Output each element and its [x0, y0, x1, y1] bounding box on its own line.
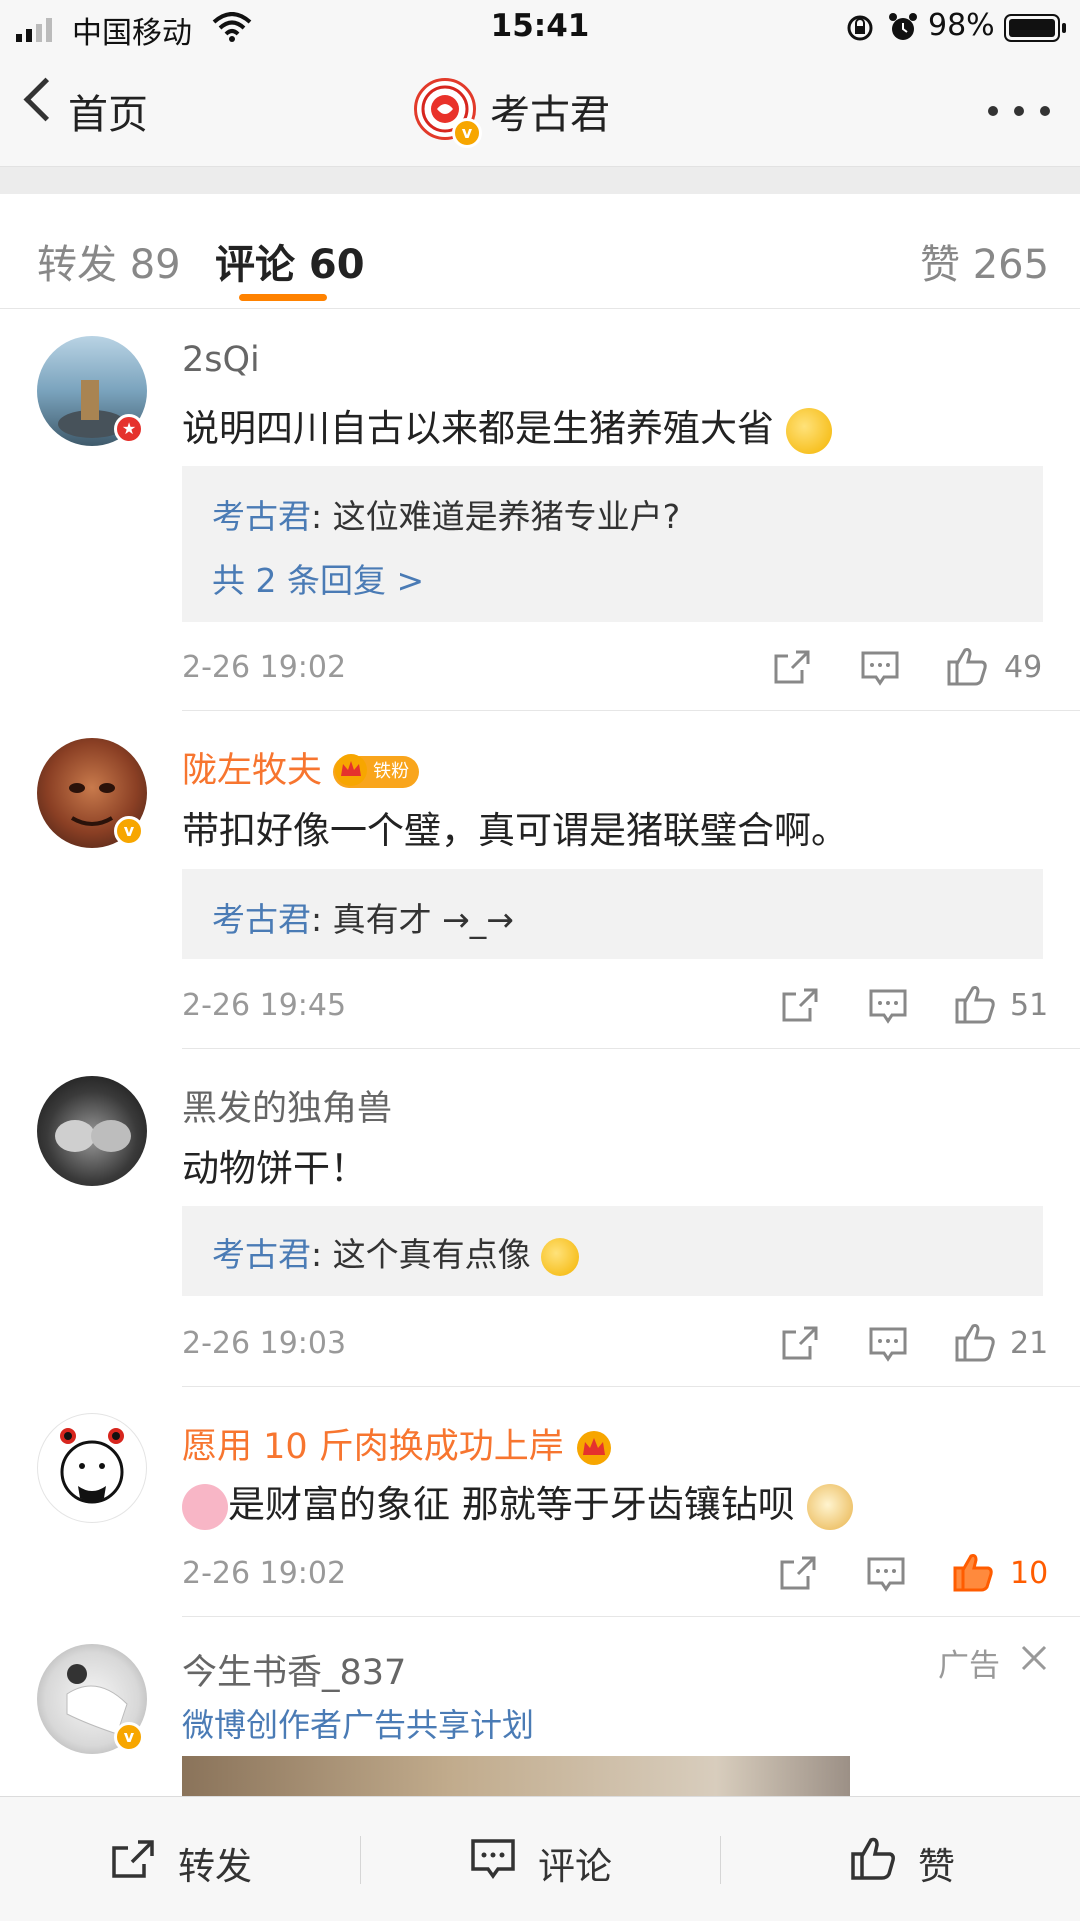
thumbs-up-icon[interactable]	[850, 1836, 896, 1880]
reply-box[interactable]: 考古君: 真有才 →_→	[182, 869, 1043, 959]
repost-icon[interactable]	[110, 1838, 156, 1880]
comment-icon[interactable]	[866, 1556, 906, 1592]
comment-text: 是财富的象征 那就等于牙齿镶钻呗	[182, 1474, 853, 1530]
share-icon[interactable]	[772, 648, 812, 686]
divider	[720, 1836, 721, 1884]
divider	[182, 1616, 1080, 1617]
comment-time: 2-26 19:45	[182, 988, 347, 1023]
share-icon[interactable]	[780, 986, 820, 1024]
avatar-image	[60, 1428, 124, 1504]
comment-username[interactable]: 陇左牧夫	[182, 751, 322, 791]
like-count: 21	[1010, 1326, 1049, 1361]
comment-button[interactable]: 评论	[538, 1836, 612, 1890]
laugh-cry-emoji-icon	[541, 1237, 580, 1276]
comment-text: 动物饼干！	[182, 1147, 367, 1190]
section-gap	[0, 167, 1080, 194]
crown-icon	[576, 1431, 611, 1465]
tab-likes[interactable]: 赞 265	[920, 232, 1049, 290]
status-bar: 中国移动 15:41 98%	[0, 0, 1080, 56]
doge-emoji-icon	[806, 1483, 853, 1530]
laugh-cry-emoji-icon	[785, 407, 832, 454]
comment-text: 带扣好像一个璧，真可谓是猪联璧合啊。	[182, 809, 848, 852]
pig-emoji-icon	[182, 1483, 228, 1530]
comment-icon[interactable]	[860, 650, 900, 686]
avatar-image	[55, 1120, 131, 1152]
divider	[182, 1048, 1080, 1049]
tab-repost[interactable]: 转发 89	[37, 232, 181, 290]
reply-author[interactable]: 考古君	[212, 1235, 311, 1274]
ad-program-link[interactable]: 微博创作者广告共享计划	[182, 1700, 534, 1746]
crown-icon	[335, 754, 368, 786]
ad-image[interactable]	[182, 1756, 850, 1800]
page-title: 考古君	[490, 92, 610, 138]
battery-percent: 98%	[928, 8, 995, 43]
reply-line: 考古君: 这个真有点像	[212, 1228, 580, 1276]
comment-text: 说明四川自古以来都是生猪养殖大省	[182, 398, 832, 454]
comment-username[interactable]: 黑发的独角兽	[182, 1080, 392, 1131]
divider	[360, 1836, 361, 1884]
thumbs-up-icon[interactable]	[954, 1322, 996, 1362]
share-icon[interactable]	[778, 1554, 818, 1592]
close-icon[interactable]	[1020, 1644, 1048, 1672]
comment-username-row: 愿用 10 斤肉换成功上岸	[182, 1418, 613, 1469]
reply-line: 考古君: 这位难道是养猪专业户?	[212, 497, 681, 536]
fan-badge: 铁粉	[333, 754, 420, 788]
reply-author[interactable]: 考古君	[212, 497, 311, 536]
comment-time: 2-26 19:02	[182, 1556, 347, 1591]
ad-username[interactable]: 今生书香_837	[182, 1644, 406, 1695]
thumbs-up-icon[interactable]	[954, 984, 996, 1024]
share-icon[interactable]	[780, 1324, 820, 1362]
active-tab-indicator	[239, 294, 327, 301]
comment-time: 2-26 19:03	[182, 1326, 347, 1361]
comment-icon[interactable]	[470, 1838, 516, 1880]
battery-icon	[1004, 14, 1066, 42]
comment-username[interactable]: 愿用 10 斤肉换成功上岸	[182, 1427, 564, 1467]
like-button[interactable]: 赞	[918, 1836, 955, 1890]
member-badge-icon: ★	[114, 414, 144, 444]
like-count: 10	[1010, 1556, 1049, 1591]
verified-badge-icon: v	[114, 816, 144, 846]
reply-line: 考古君: 真有才 →_→	[212, 900, 514, 939]
verified-badge-icon: v	[452, 118, 482, 148]
comment-time: 2-26 19:02	[182, 650, 347, 685]
alarm-icon	[889, 13, 917, 40]
reply-author[interactable]: 考古君	[212, 900, 311, 939]
clock: 15:41	[490, 8, 590, 44]
verified-badge-icon: v	[114, 1722, 144, 1752]
comment-username[interactable]: 2sQi	[182, 340, 260, 380]
rotation-lock-icon	[847, 15, 873, 41]
comment-icon[interactable]	[868, 1326, 908, 1362]
avatar[interactable]	[37, 1413, 147, 1523]
ad-label: 广告	[938, 1648, 1000, 1684]
more-options-icon[interactable]	[984, 106, 1054, 118]
thumbs-up-icon[interactable]	[946, 646, 988, 686]
comment-icon[interactable]	[868, 988, 908, 1024]
divider	[182, 710, 1080, 711]
reply-box[interactable]: 考古君: 这位难道是养猪专业户? 共 2 条回复 >	[182, 466, 1043, 622]
comment-username-row: 陇左牧夫 铁粉	[182, 742, 420, 793]
divider	[182, 1386, 1080, 1387]
like-count: 49	[1004, 650, 1043, 685]
tab-comments[interactable]: 评论 60	[215, 232, 365, 290]
like-count: 51	[1010, 988, 1049, 1023]
repost-button[interactable]: 转发	[178, 1836, 252, 1890]
reply-box[interactable]: 考古君: 这个真有点像	[182, 1206, 1043, 1296]
avatar[interactable]	[37, 1076, 147, 1186]
divider	[0, 308, 1080, 309]
thumbs-up-filled-icon[interactable]	[952, 1552, 994, 1592]
back-button[interactable]: 首页	[68, 82, 148, 140]
more-replies-link[interactable]: 共 2 条回复 >	[212, 554, 424, 602]
